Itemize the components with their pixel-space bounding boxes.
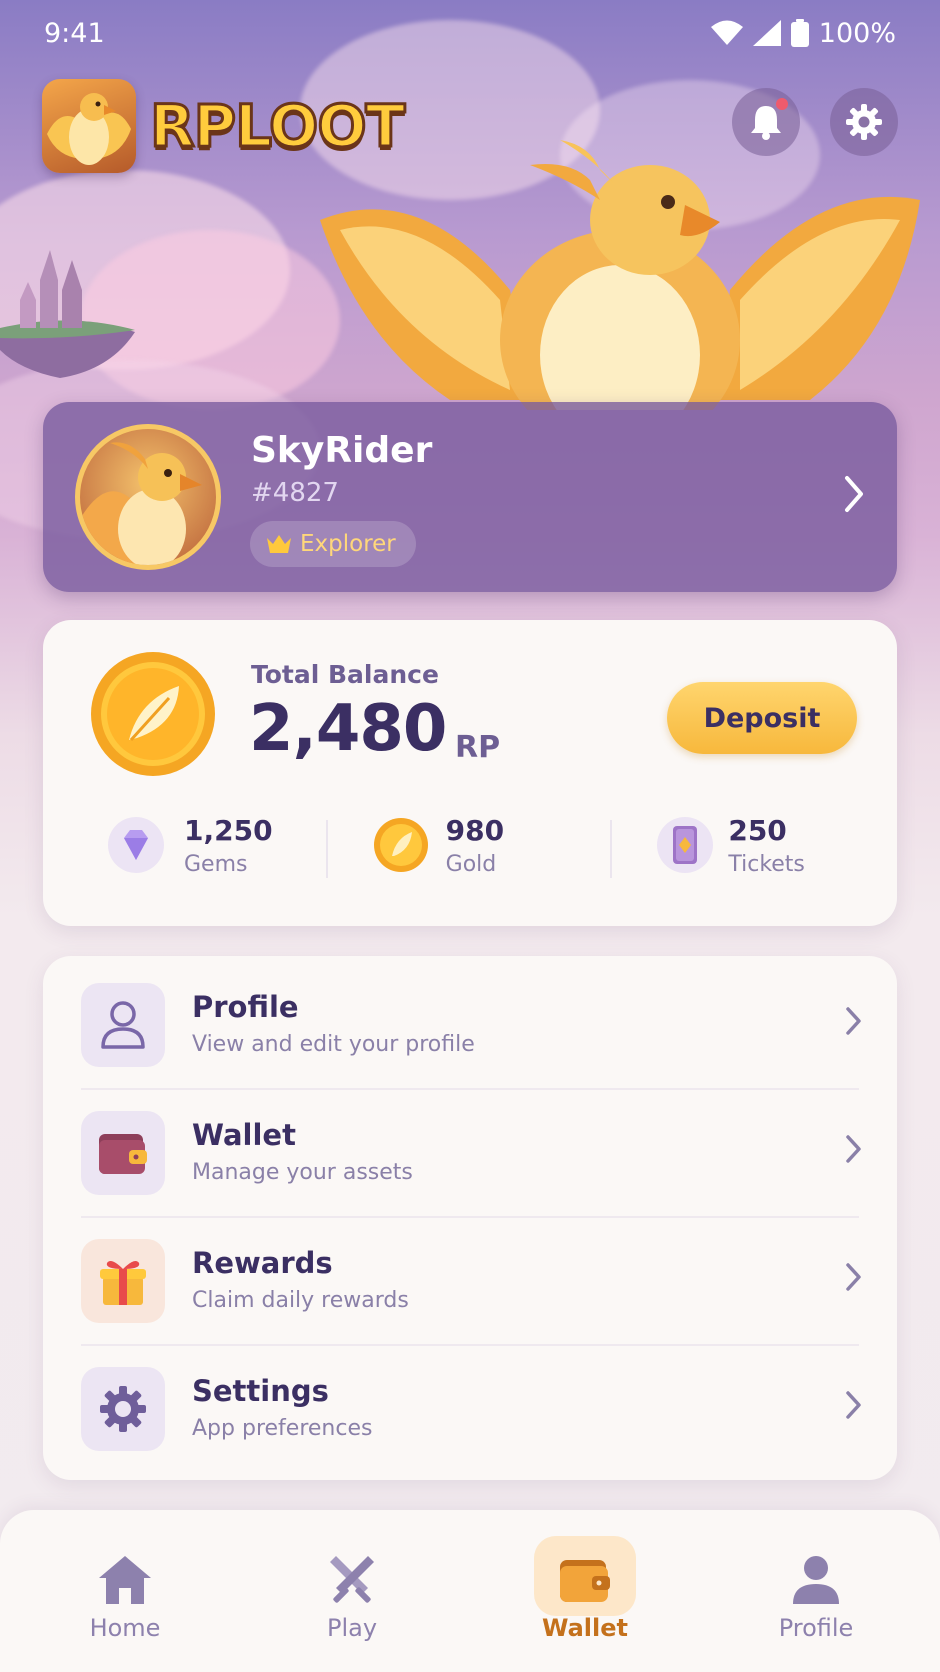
menu-item-title: Wallet (192, 1118, 296, 1152)
menu-item-title: Settings (192, 1374, 329, 1408)
gear-icon (81, 1367, 165, 1451)
menu-item-subtitle: Claim daily rewards (192, 1288, 409, 1313)
brand-wordmark: RPLOOT (148, 91, 406, 162)
chevron-right-icon (846, 1263, 861, 1291)
nav-tab-wallet[interactable]: Wallet (485, 1528, 685, 1652)
menu-item-title: Profile (192, 990, 299, 1024)
nav-tab-label: Profile (778, 1614, 854, 1642)
bell-icon (751, 106, 781, 140)
rank-badge: Explorer (250, 521, 416, 567)
asset-label: Gems (184, 852, 248, 877)
nav-tab-profile[interactable]: Profile (716, 1528, 916, 1652)
menu-item-title: Rewards (192, 1246, 333, 1280)
notification-dot (776, 98, 788, 110)
floating-island-illustration (0, 250, 135, 378)
home-icon (95, 1550, 155, 1610)
nav-tab-play[interactable]: Play (252, 1528, 452, 1652)
total-balance-label: Total Balance (251, 660, 439, 689)
crown-icon (267, 535, 291, 553)
notifications-button[interactable] (732, 88, 800, 156)
asset-tickets: 250 Tickets (612, 806, 897, 886)
balance-card: Total Balance 2,480 RP Deposit 1,250 Gem… (43, 620, 897, 926)
ticket-icon (657, 817, 714, 873)
gold-coin-icon (373, 818, 428, 872)
rank-badge-label: Explorer (300, 531, 396, 557)
settings-button[interactable] (830, 88, 898, 156)
menu-item-profile[interactable]: Profile View and edit your profile (43, 956, 897, 1084)
user-icon (81, 983, 165, 1067)
avatar (75, 424, 221, 570)
chevron-right-icon (846, 1007, 861, 1035)
battery-icon (790, 19, 809, 47)
chevron-right-icon (845, 476, 863, 512)
status-bar: 9:41 100% (0, 0, 940, 66)
profile-tag: #4827 (251, 478, 339, 508)
nav-tab-home[interactable]: Home (25, 1528, 225, 1652)
menu-item-wallet[interactable]: Wallet Manage your assets (43, 1084, 897, 1212)
asset-value: 250 (728, 814, 787, 847)
chevron-right-icon (846, 1135, 861, 1163)
menu-item-settings[interactable]: Settings App preferences (43, 1340, 897, 1468)
gear-icon (846, 104, 882, 140)
user-icon (786, 1550, 846, 1610)
asset-gold: 980 Gold (328, 806, 613, 886)
wallet-icon (81, 1111, 165, 1195)
balance-unit: RP (455, 730, 501, 765)
menu-item-subtitle: View and edit your profile (192, 1032, 475, 1057)
asset-label: Tickets (728, 852, 805, 877)
rp-coin-icon (91, 652, 215, 776)
app-logo-icon (42, 79, 136, 173)
nav-tab-label: Wallet (541, 1614, 628, 1642)
deposit-button[interactable]: Deposit (667, 682, 857, 754)
nav-tab-label: Home (89, 1614, 161, 1642)
menu-item-subtitle: App preferences (192, 1416, 373, 1441)
menu-list: Profile View and edit your profile Walle… (43, 956, 897, 1480)
bottom-nav: Home Play Wallet Profile (0, 1510, 940, 1672)
wallet-icon (555, 1550, 615, 1610)
cellular-signal-icon (752, 20, 781, 46)
total-balance-value: 2,480 (249, 692, 447, 766)
asset-label: Gold (445, 852, 497, 877)
crossed-swords-icon (322, 1550, 382, 1610)
profile-name: SkyRider (251, 430, 433, 471)
gift-icon (81, 1239, 165, 1323)
menu-item-subtitle: Manage your assets (192, 1160, 413, 1185)
wifi-icon (710, 20, 743, 45)
status-time: 9:41 (44, 17, 105, 49)
battery-percent: 100% (818, 17, 896, 49)
chevron-right-icon (846, 1391, 861, 1419)
asset-value: 1,250 (184, 814, 273, 847)
menu-item-rewards[interactable]: Rewards Claim daily rewards (43, 1212, 897, 1340)
asset-summary: 1,250 Gems 980 Gold 250 Tickets (43, 806, 897, 886)
gem-icon (108, 817, 164, 873)
app-header: RPLOOT (42, 78, 898, 174)
asset-gems: 1,250 Gems (43, 806, 328, 886)
profile-card[interactable]: SkyRider #4827 Explorer (43, 402, 897, 592)
asset-value: 980 (445, 814, 505, 847)
phoenix-mascot-illustration (320, 140, 920, 410)
nav-tab-label: Play (326, 1614, 378, 1642)
